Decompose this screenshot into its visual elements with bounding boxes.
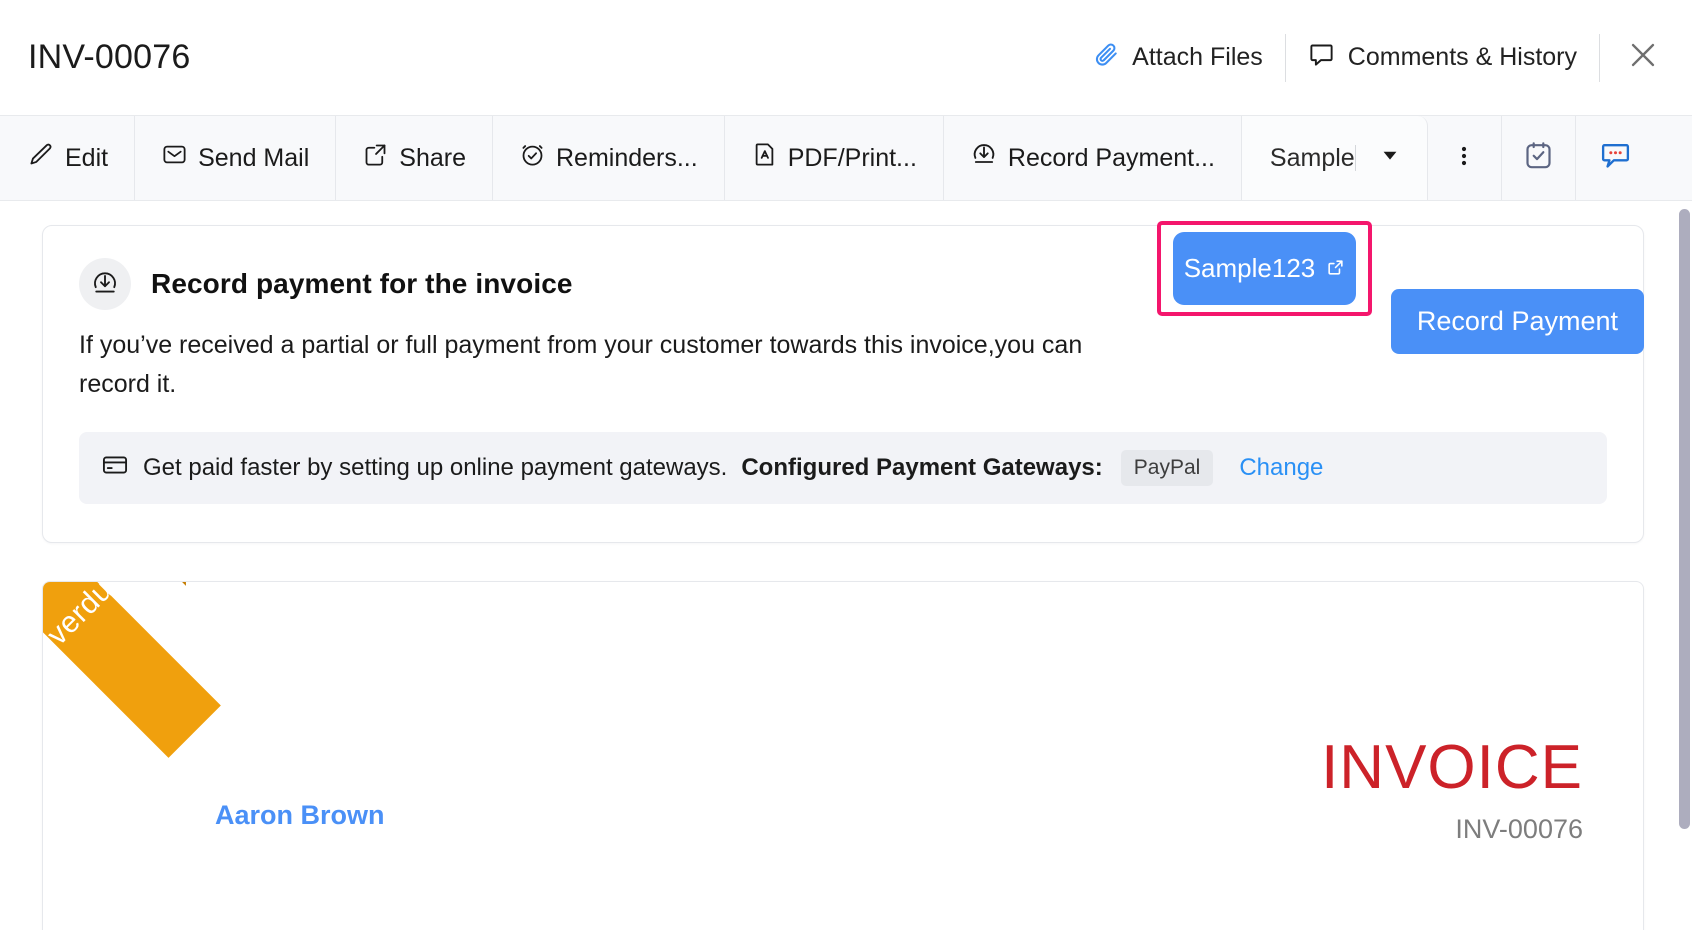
toolbar-label-send-mail: Send Mail — [198, 144, 309, 173]
clock-check-icon — [519, 141, 546, 175]
chevron-down-icon — [1379, 144, 1401, 173]
more-options-button[interactable] — [1428, 116, 1502, 200]
toolbar-label-pdf-print: PDF/Print... — [788, 144, 917, 173]
gateway-banner-strong-text: Configured Payment Gateways: — [741, 454, 1102, 482]
record-payment-card-title: Record payment for the invoice — [151, 268, 573, 300]
toolbar-item-edit[interactable]: Edit — [0, 116, 135, 200]
tasks-button[interactable] — [1502, 116, 1576, 200]
gateway-banner-text: Get paid faster by setting up online pay… — [143, 454, 727, 482]
toolbar-item-share[interactable]: Share — [336, 116, 493, 200]
invoice-preview-card: Overdue Aaron Brown INVOICE INV-00076 — [42, 581, 1644, 930]
comments-history-button[interactable]: Comments & History — [1286, 41, 1599, 75]
template-selector[interactable]: Sample — [1242, 116, 1428, 200]
sample123-button[interactable]: Sample123 — [1173, 232, 1356, 305]
template-selector-label: Sample — [1270, 144, 1355, 173]
vertical-scrollbar-track[interactable] — [1677, 201, 1692, 930]
close-button[interactable] — [1600, 38, 1666, 77]
chat-button[interactable] — [1576, 116, 1656, 200]
tasks-icon — [1522, 139, 1555, 177]
header-actions: Attach Files Comments & History — [1071, 0, 1666, 115]
record-payment-card-description: If you’ve received a partial or full pay… — [79, 326, 1154, 404]
gateway-change-link[interactable]: Change — [1239, 454, 1323, 482]
status-ribbon-band: Overdue — [42, 581, 221, 758]
external-link-icon — [1326, 253, 1345, 284]
sample123-label: Sample123 — [1184, 253, 1316, 284]
dialog-header: INV-00076 Attach Files Comments & Histor… — [0, 0, 1692, 116]
record-payment-button[interactable]: Record Payment — [1391, 289, 1644, 354]
invoice-document-number: INV-00076 — [1455, 814, 1583, 845]
toolbar-item-reminders[interactable]: Reminders... — [493, 116, 725, 200]
download-circle-icon — [79, 258, 131, 310]
invoice-document-title: INVOICE — [1321, 732, 1583, 803]
record-payment-card: Record payment for the invoice If you’ve… — [42, 225, 1644, 543]
highlight-annotation: Sample123 — [1157, 221, 1372, 316]
action-toolbar: Edit Send Mail Share Reminders.. — [0, 116, 1692, 201]
toolbar-item-pdf-print[interactable]: PDF/Print... — [725, 116, 944, 200]
share-icon — [362, 141, 389, 175]
toolbar-label-reminders: Reminders... — [556, 144, 698, 173]
toolbar-label-record-payment: Record Payment... — [1008, 144, 1215, 173]
comment-icon — [1308, 41, 1335, 75]
more-options-icon — [1452, 144, 1476, 173]
payment-gateway-banner: Get paid faster by setting up online pay… — [79, 432, 1607, 504]
pencil-icon — [28, 141, 55, 175]
status-ribbon: Overdue — [42, 581, 227, 768]
paperclip-icon — [1093, 41, 1119, 74]
toolbar-item-record-payment[interactable]: Record Payment... — [944, 116, 1242, 200]
gateway-chip-paypal: PayPal — [1121, 450, 1214, 486]
vertical-scrollbar-thumb[interactable] — [1679, 209, 1690, 829]
invoice-customer-name[interactable]: Aaron Brown — [215, 800, 385, 831]
pdf-icon — [751, 141, 778, 175]
status-ribbon-fold — [166, 581, 196, 586]
toolbar-item-send-mail[interactable]: Send Mail — [135, 116, 336, 200]
credit-card-icon — [101, 451, 129, 486]
attach-files-button[interactable]: Attach Files — [1071, 41, 1285, 74]
status-badge: Overdue — [42, 581, 132, 669]
toolbar-label-share: Share — [399, 144, 466, 173]
content-area: Record payment for the invoice If you’ve… — [0, 201, 1692, 930]
template-selector-caret[interactable] — [1355, 144, 1427, 173]
toolbar-label-edit: Edit — [65, 144, 108, 173]
page-title: INV-00076 — [28, 38, 190, 77]
close-icon — [1626, 38, 1660, 77]
comments-history-label: Comments & History — [1348, 43, 1577, 72]
attach-files-label: Attach Files — [1132, 43, 1263, 72]
envelope-icon — [161, 141, 188, 175]
chat-icon — [1599, 139, 1632, 177]
download-circle-icon — [970, 141, 998, 176]
